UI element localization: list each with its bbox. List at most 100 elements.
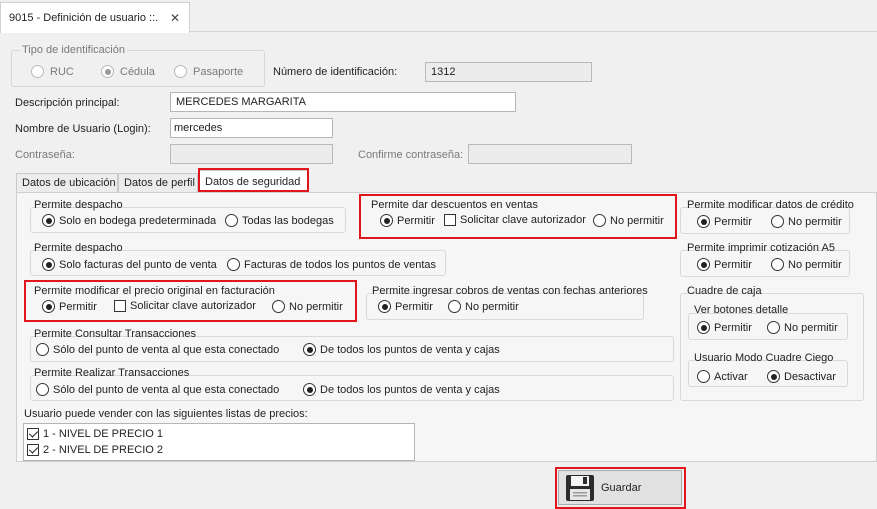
radio-ruc-label: RUC [50, 65, 74, 78]
dispatch2-opt-own-radio[interactable] [42, 258, 55, 271]
password-label: Contraseña: [15, 149, 75, 161]
print-a5-opt-no-radio[interactable] [771, 258, 784, 271]
dispatch2-opt-all-label: Facturas de todos los puntos de ventas [244, 258, 437, 271]
dispatch2-title: Permite despacho [34, 242, 123, 254]
perform-opt-own-radio[interactable] [36, 383, 49, 396]
cash-buttons-opt-permitir[interactable]: Permitir [697, 321, 752, 334]
tab-profile[interactable]: Datos de perfil [118, 173, 198, 193]
dispatch1-opt-default-label: Solo en bodega predeterminada [59, 214, 217, 227]
perform-title: Permite Realizar Transacciones [34, 367, 190, 379]
radio-pasaporte[interactable]: Pasaporte [174, 65, 243, 78]
cash-blind-opt-desactivar[interactable]: Desactivar [767, 370, 836, 383]
old-dates-opt-permitir[interactable]: Permitir [378, 300, 433, 313]
cash-title: Cuadre de caja [687, 285, 762, 297]
old-dates-opt-no-radio[interactable] [448, 300, 461, 313]
consult-opt-own[interactable]: Sólo del punto de venta al que esta cone… [36, 343, 279, 356]
cash-buttons-detail-title: Ver botones detalle [694, 304, 789, 316]
consult-opt-all[interactable]: De todos los puntos de venta y cajas [303, 343, 500, 356]
save-button-highlight [555, 467, 686, 509]
radio-cedula-circle[interactable] [101, 65, 114, 78]
price-list-2-checkbox[interactable] [27, 444, 39, 456]
tab-profile-label: Datos de perfil [124, 177, 195, 189]
print-a5-title: Permite imprimir cotización A5 [687, 242, 835, 254]
cash-blind-opt-activar[interactable]: Activar [697, 370, 748, 383]
old-dates-title: Permite ingresar cobros de ventas con fe… [372, 285, 648, 297]
confirm-password-field[interactable] [468, 144, 632, 164]
price-highlight [24, 280, 357, 322]
cash-blind-opt-activar-label: Activar [714, 370, 748, 383]
cash-buttons-opt-permitir-label: Permitir [714, 321, 752, 334]
dispatch1-opt-all[interactable]: Todas las bodegas [225, 214, 334, 227]
username-field[interactable]: mercedes [170, 118, 333, 138]
cash-blind-opt-desactivar-label: Desactivar [784, 370, 836, 383]
cash-buttons-opt-no-radio[interactable] [767, 321, 780, 334]
discounts-highlight [359, 194, 677, 239]
consult-opt-own-radio[interactable] [36, 343, 49, 356]
document-tab-title: 9015 - Definición de usuario ::. [9, 12, 159, 24]
dispatch2-opt-all-radio[interactable] [227, 258, 240, 271]
dispatch1-title: Permite despacho [34, 199, 123, 211]
dispatch1-opt-all-radio[interactable] [225, 214, 238, 227]
credit-opt-no-radio[interactable] [771, 215, 784, 228]
consult-opt-own-label: Sólo del punto de venta al que esta cone… [53, 343, 280, 356]
description-label: Descripción principal: [15, 97, 120, 109]
dispatch2-opt-own[interactable]: Solo facturas del punto de venta [42, 258, 217, 271]
old-dates-opt-no[interactable]: No permitir [448, 300, 519, 313]
radio-pasaporte-label: Pasaporte [193, 65, 244, 78]
consult-opt-all-radio[interactable] [303, 343, 316, 356]
radio-cedula-label: Cédula [120, 65, 155, 78]
perform-opt-all-radio[interactable] [303, 383, 316, 396]
cash-blind-opt-desactivar-radio[interactable] [767, 370, 780, 383]
perform-opt-all[interactable]: De todos los puntos de venta y cajas [303, 383, 500, 396]
perform-opt-own-label: Sólo del punto de venta al que esta cone… [53, 383, 280, 396]
dispatch1-opt-default-radio[interactable] [42, 214, 55, 227]
price-list-1-checkbox[interactable] [27, 428, 39, 440]
username-label: Nombre de Usuario (Login): [15, 123, 151, 135]
radio-ruc[interactable]: RUC [31, 65, 74, 78]
list-item[interactable]: 1 - NIVEL DE PRECIO 1 [24, 426, 414, 442]
credit-opt-permitir-label: Permitir [714, 215, 752, 228]
credit-opt-no[interactable]: No permitir [771, 215, 842, 228]
print-a5-opt-permitir[interactable]: Permitir [697, 258, 752, 271]
dispatch1-opt-all-label: Todas las bodegas [242, 214, 334, 227]
price-lists-box[interactable]: 1 - NIVEL DE PRECIO 1 2 - NIVEL DE PRECI… [23, 423, 415, 461]
cash-blind-opt-activar-radio[interactable] [697, 370, 710, 383]
credit-opt-permitir[interactable]: Permitir [697, 215, 752, 228]
tab-location[interactable]: Datos de ubicación [16, 173, 118, 193]
id-number-label: Número de identificación: [273, 66, 398, 78]
cash-buttons-opt-no-label: No permitir [784, 321, 838, 334]
document-tab[interactable]: 9015 - Definición de usuario ::. ✕ [0, 2, 190, 33]
radio-ruc-circle[interactable] [31, 65, 44, 78]
id-number-field[interactable]: 1312 [425, 62, 592, 82]
tab-security-highlight [198, 168, 309, 192]
tab-location-label: Datos de ubicación [22, 177, 116, 189]
list-item[interactable]: 2 - NIVEL DE PRECIO 2 [24, 442, 414, 458]
price-list-2-label: 2 - NIVEL DE PRECIO 2 [43, 444, 164, 456]
consult-title: Permite Consultar Transacciones [34, 328, 197, 340]
description-field[interactable]: MERCEDES MARGARITA [170, 92, 516, 112]
credit-opt-no-label: No permitir [788, 215, 842, 228]
dispatch2-opt-all[interactable]: Facturas de todos los puntos de ventas [227, 258, 436, 271]
radio-pasaporte-circle[interactable] [174, 65, 187, 78]
print-a5-opt-no-label: No permitir [788, 258, 842, 271]
cash-buttons-opt-permitir-radio[interactable] [697, 321, 710, 334]
print-a5-opt-permitir-radio[interactable] [697, 258, 710, 271]
dispatch1-opt-default[interactable]: Solo en bodega predeterminada [42, 214, 216, 227]
perform-opt-all-label: De todos los puntos de venta y cajas [320, 383, 500, 396]
print-a5-opt-no[interactable]: No permitir [771, 258, 842, 271]
identification-type-title: Tipo de identificación [20, 44, 127, 56]
close-icon[interactable]: ✕ [170, 11, 180, 25]
perform-opt-own[interactable]: Sólo del punto de venta al que esta cone… [36, 383, 279, 396]
old-dates-opt-permitir-label: Permitir [395, 300, 433, 313]
radio-cedula[interactable]: Cédula [101, 65, 155, 78]
cash-buttons-opt-no[interactable]: No permitir [767, 321, 838, 334]
password-field[interactable] [170, 144, 333, 164]
old-dates-opt-no-label: No permitir [465, 300, 519, 313]
dispatch2-opt-own-label: Solo facturas del punto de venta [59, 258, 217, 271]
credit-title: Permite modificar datos de crédito [687, 199, 854, 211]
credit-opt-permitir-radio[interactable] [697, 215, 710, 228]
cash-blind-title: Usuario Modo Cuadre Ciego [694, 352, 834, 364]
old-dates-opt-permitir-radio[interactable] [378, 300, 391, 313]
price-lists-label: Usuario puede vender con las siguientes … [24, 408, 308, 420]
price-list-1-label: 1 - NIVEL DE PRECIO 1 [43, 428, 164, 440]
